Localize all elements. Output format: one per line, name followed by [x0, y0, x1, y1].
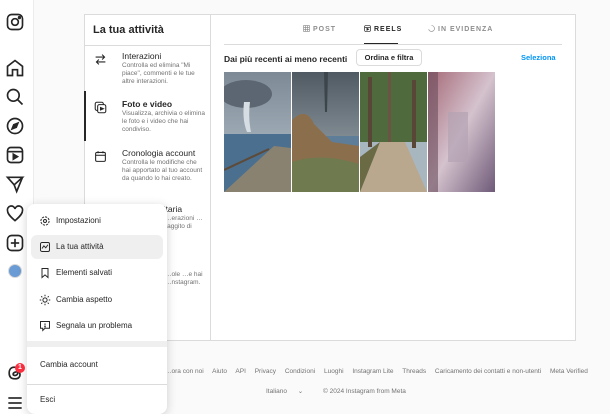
footer-links: …ora con noi Aiuto API Privacy Condizion…: [165, 368, 595, 375]
direct-icon[interactable]: [5, 174, 25, 194]
activity-icon: [39, 241, 51, 253]
footer-link[interactable]: Caricamento dei contatti e non-utenti: [435, 368, 541, 375]
menu-item-label: Impostazioni: [56, 216, 101, 225]
activity-item-desc: Visualizza, archivia o elimina le foto e…: [122, 110, 205, 133]
activity-item-account-history[interactable]: Cronologia account Controlla le modifich…: [85, 148, 210, 192]
footer-link[interactable]: Threads: [402, 368, 426, 375]
grid-icon: [303, 25, 310, 32]
footer-link[interactable]: Meta Verified: [550, 368, 588, 375]
tab-highlights[interactable]: IN EVIDENZA: [428, 25, 493, 33]
photos-videos-icon: [94, 101, 107, 114]
activity-item-title: Cronologia account: [122, 148, 196, 158]
menu-separator: [27, 384, 167, 385]
menu-item-settings[interactable]: Impostazioni: [31, 209, 163, 233]
calendar-icon: [94, 150, 107, 163]
activity-item-title: Foto e video: [122, 99, 173, 109]
tab-post[interactable]: POST: [303, 25, 336, 33]
tabs-divider: [224, 44, 562, 45]
instagram-page: 1 La tua attività Interazioni Controlla …: [0, 0, 610, 414]
sort-filter-button[interactable]: Ordina e filtra: [356, 49, 422, 66]
menu-item-label: La tua attività: [56, 242, 104, 251]
gear-icon: [39, 215, 51, 227]
sun-icon: [39, 294, 51, 306]
footer-bottom: Italiano ⌄ © 2024 Instagram from Meta: [266, 387, 415, 395]
menu-item-appearance[interactable]: Cambia aspetto: [31, 288, 163, 312]
activity-item-desc: Controlla ed elimina "Mi piace", comment…: [122, 62, 195, 85]
menu-item-report-problem[interactable]: Segnala un problema: [31, 314, 163, 338]
create-icon[interactable]: [5, 233, 25, 253]
copyright: © 2024 Instagram from Meta: [323, 388, 406, 395]
reel-thumbnail[interactable]: [292, 72, 359, 192]
interactions-icon: [94, 53, 107, 66]
footer-link[interactable]: Condizioni: [285, 368, 315, 375]
activity-item-desc: Controlla le modifiche che hai apportato…: [122, 159, 203, 182]
profile-avatar[interactable]: [8, 264, 22, 278]
activity-item-desc: …erazioni …raggito di: [165, 215, 203, 230]
tab-label: REELS: [374, 26, 403, 33]
menu-item-saved[interactable]: Elementi salvati: [31, 261, 163, 285]
reels-icon: [364, 25, 371, 32]
menu-item-label: Cambia aspetto: [56, 295, 113, 304]
footer-link[interactable]: …ora con noi: [165, 368, 204, 375]
footer-link[interactable]: Luoghi: [324, 368, 344, 375]
heart-icon[interactable]: [5, 204, 25, 224]
language-select[interactable]: Italiano ⌄: [266, 388, 312, 395]
menu-item-logout[interactable]: Esci: [40, 395, 55, 404]
footer-link[interactable]: Instagram Lite: [352, 368, 393, 375]
activity-title: La tua attività: [93, 24, 164, 36]
content-tabs: POST REELS IN EVIDENZA: [211, 15, 576, 45]
tab-label: IN EVIDENZA: [438, 26, 494, 33]
title-divider: [85, 45, 211, 46]
reel-thumbnail[interactable]: [360, 72, 427, 192]
chevron-down-icon: ⌄: [297, 388, 304, 395]
search-icon[interactable]: [5, 87, 25, 107]
footer-link[interactable]: API: [235, 368, 245, 375]
activity-content: POST REELS IN EVIDENZA Dai più recenti a…: [211, 15, 576, 340]
instagram-icon[interactable]: [5, 12, 25, 32]
menu-item-switch-account[interactable]: Cambia account: [40, 360, 98, 369]
tab-reels[interactable]: REELS: [364, 25, 402, 33]
reels-icon[interactable]: [5, 145, 25, 165]
activity-item-desc: …ole …e hai …nstagram.: [165, 271, 203, 286]
sort-label: Dai più recenti ai meno recenti: [224, 54, 348, 64]
activity-item-interactions[interactable]: Interazioni Controlla ed elimina "Mi pia…: [85, 51, 210, 91]
more-menu: Impostazioni La tua attività Elementi sa…: [27, 204, 167, 414]
highlights-icon: [428, 25, 435, 32]
menu-icon[interactable]: [5, 393, 25, 413]
explore-icon[interactable]: [5, 116, 25, 136]
menu-item-label: Segnala un problema: [56, 321, 133, 330]
notification-badge: 1: [15, 363, 25, 373]
reel-thumbnail[interactable]: [428, 72, 495, 192]
tab-label: POST: [313, 26, 337, 33]
reel-thumbnail[interactable]: [224, 72, 291, 192]
select-link[interactable]: Seleziona: [521, 53, 556, 62]
footer-link[interactable]: Privacy: [255, 368, 276, 375]
menu-item-your-activity[interactable]: La tua attività: [31, 235, 163, 259]
activity-item-title: Interazioni: [122, 51, 162, 61]
home-icon[interactable]: [5, 58, 25, 78]
menu-item-label: Elementi salvati: [56, 268, 113, 277]
menu-divider: [27, 341, 167, 347]
bookmark-icon: [39, 267, 51, 279]
activity-item-photos-videos[interactable]: Foto e video Visualizza, archivia o elim…: [85, 99, 210, 139]
language-label: Italiano: [266, 388, 287, 395]
footer-link[interactable]: Aiuto: [212, 368, 227, 375]
report-icon: [39, 320, 51, 332]
